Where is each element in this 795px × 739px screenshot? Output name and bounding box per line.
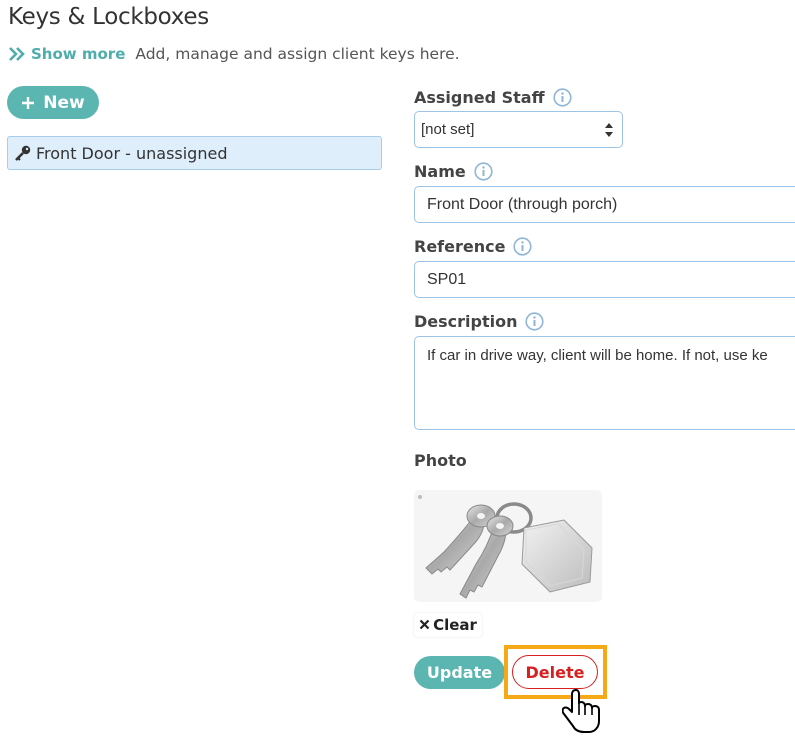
delete-button[interactable]: Delete: [512, 655, 598, 689]
info-icon[interactable]: [552, 88, 572, 107]
info-icon[interactable]: [513, 237, 533, 256]
keys-photo-image: [414, 490, 602, 602]
close-icon: [419, 616, 430, 634]
page-subtitle-row: Show more Add, manage and assign client …: [8, 43, 460, 65]
info-icon[interactable]: [525, 312, 545, 331]
page-subtitle: Add, manage and assign client keys here.: [135, 45, 460, 63]
assigned-staff-select[interactable]: [not set]: [414, 111, 623, 148]
new-button-label: New: [43, 92, 85, 113]
reference-input[interactable]: [414, 261, 795, 298]
description-label: Description: [414, 312, 545, 331]
page-title: Keys & Lockboxes: [8, 4, 209, 30]
key-list-item[interactable]: Front Door - unassigned: [7, 136, 382, 170]
photo-label: Photo: [414, 451, 467, 470]
key-photo: [414, 490, 602, 602]
clear-photo-button[interactable]: Clear: [414, 613, 482, 637]
show-more-label: Show more: [31, 45, 126, 63]
hand-pointer-cursor-icon: [561, 688, 602, 739]
double-chevron-right-icon: [9, 47, 25, 61]
show-more-link[interactable]: Show more: [8, 45, 125, 63]
new-key-button[interactable]: New: [7, 86, 99, 119]
info-icon[interactable]: [474, 162, 493, 181]
reference-label: Reference: [414, 237, 533, 256]
key-icon: [14, 145, 32, 161]
name-label: Name: [414, 162, 493, 181]
description-textarea[interactable]: If car in drive way, client will be home…: [414, 336, 795, 430]
name-input[interactable]: [414, 186, 795, 223]
select-arrows-icon: [604, 122, 614, 142]
plus-icon: [21, 96, 35, 110]
key-list-item-label: Front Door - unassigned: [36, 143, 228, 163]
update-button[interactable]: Update: [414, 656, 505, 689]
assigned-staff-label: Assigned Staff: [414, 88, 572, 107]
